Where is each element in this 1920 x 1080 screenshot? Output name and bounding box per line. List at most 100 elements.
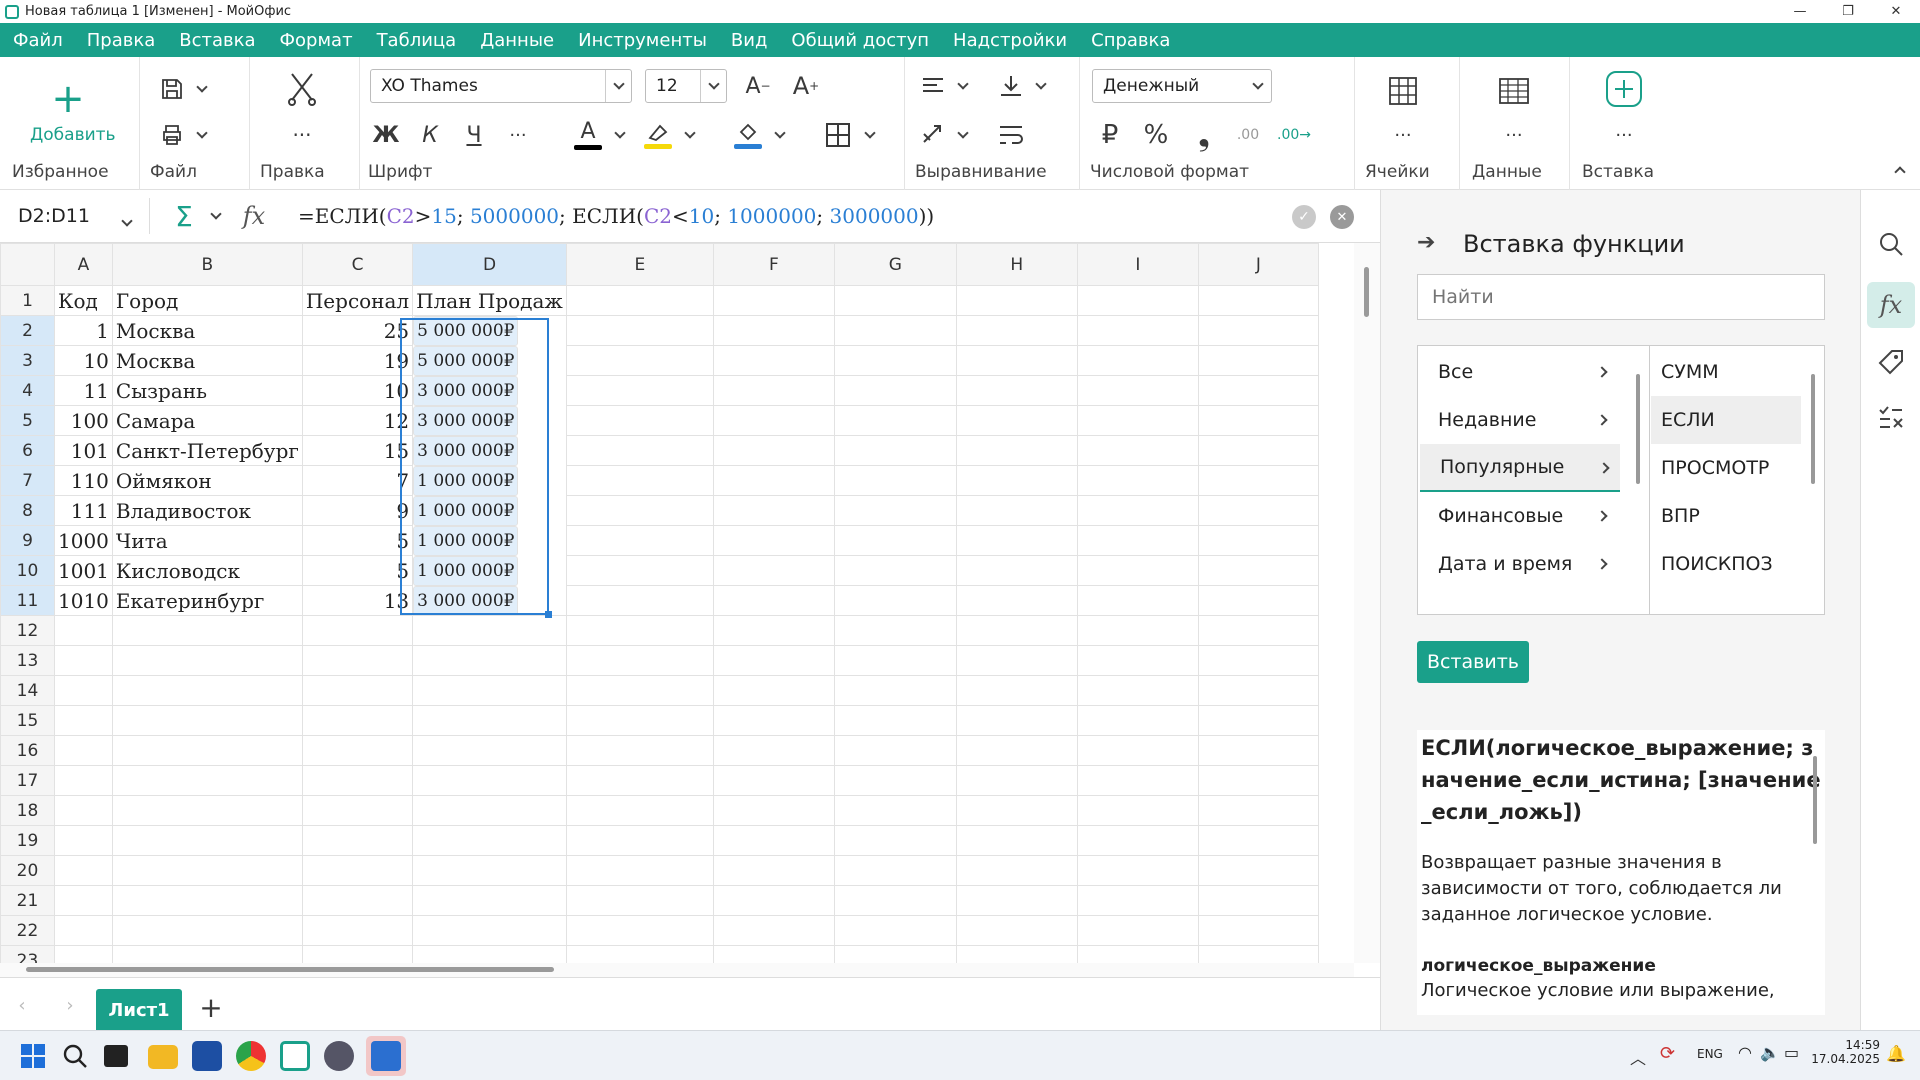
- grid-cell[interactable]: [412, 765, 567, 796]
- menu-tools[interactable]: Инструменты: [578, 30, 707, 51]
- sum-icon[interactable]: Σ: [166, 198, 202, 234]
- grid-cell[interactable]: 101: [54, 435, 113, 466]
- grid-cell[interactable]: 100: [54, 405, 113, 436]
- grid-cell[interactable]: [412, 645, 567, 676]
- row-header[interactable]: 14: [0, 675, 55, 706]
- more-data-icon[interactable]: ···: [1494, 117, 1534, 153]
- row-header[interactable]: 19: [0, 825, 55, 856]
- grid-cell[interactable]: [1197, 885, 1319, 916]
- grid-cell[interactable]: [565, 615, 714, 646]
- grid-cell[interactable]: [1197, 495, 1319, 526]
- grid-cell[interactable]: [412, 915, 567, 946]
- grid-cell[interactable]: [1197, 675, 1319, 706]
- sync-icon[interactable]: ⟳: [1660, 1043, 1675, 1064]
- row-header[interactable]: 21: [0, 885, 55, 916]
- windows-start-icon[interactable]: [18, 1041, 48, 1071]
- grid-cell[interactable]: [1197, 945, 1319, 963]
- grid-cell[interactable]: [1076, 555, 1199, 586]
- grid-cell[interactable]: [1076, 285, 1199, 316]
- grid-cell[interactable]: [565, 945, 714, 963]
- next-sheet-icon[interactable]: ›: [58, 988, 82, 1022]
- column-header-e[interactable]: E: [565, 243, 714, 286]
- column-header-d[interactable]: D: [412, 243, 567, 286]
- row-header[interactable]: 5: [0, 405, 55, 436]
- grid-cell[interactable]: 1: [54, 315, 113, 346]
- grid-cell[interactable]: [565, 705, 714, 736]
- vertical-align-icon[interactable]: [993, 69, 1029, 103]
- grid-cell[interactable]: [565, 585, 714, 616]
- grid-cell[interactable]: [1076, 585, 1199, 616]
- horizontal-align-icon[interactable]: [915, 69, 951, 103]
- maximize-button[interactable]: ❐: [1824, 0, 1872, 23]
- grid-cell[interactable]: [1076, 795, 1199, 826]
- grid-cell[interactable]: [565, 795, 714, 826]
- grid-cell[interactable]: [565, 855, 714, 886]
- grid-cell[interactable]: Персонал: [301, 285, 414, 316]
- grid-cell[interactable]: [1197, 435, 1319, 466]
- add-sheet-icon[interactable]: +: [194, 990, 228, 1024]
- grid-cell[interactable]: 1 000 000₽: [413, 465, 519, 496]
- grid-cell[interactable]: [565, 885, 714, 916]
- grid-cell[interactable]: [712, 855, 835, 886]
- column-header-c[interactable]: C: [301, 243, 414, 286]
- function-list[interactable]: СУММ ЕСЛИ ПРОСМОТР ВПР ПОИСКПОЗ: [1651, 346, 1824, 614]
- grid-cell[interactable]: [955, 735, 1078, 766]
- font-color-chevron-icon[interactable]: [610, 117, 630, 153]
- grid-cell[interactable]: [1076, 855, 1199, 886]
- grid-cell[interactable]: [111, 765, 303, 796]
- grid-cell[interactable]: [712, 285, 835, 316]
- grid-cell[interactable]: [412, 615, 567, 646]
- row-header[interactable]: 17: [0, 765, 55, 796]
- grid-cell[interactable]: [955, 915, 1078, 946]
- thousands-separator-icon[interactable]: ❟: [1186, 117, 1222, 153]
- row-header[interactable]: 20: [0, 855, 55, 886]
- grid-cell[interactable]: [54, 765, 113, 796]
- grid-cell[interactable]: [712, 735, 835, 766]
- grid-cell[interactable]: [712, 405, 835, 436]
- highlight-chevron-icon[interactable]: [680, 117, 700, 153]
- row-header[interactable]: 2: [0, 315, 55, 346]
- grid-cell[interactable]: [712, 525, 835, 556]
- grid-cell[interactable]: [955, 525, 1078, 556]
- grid-cell[interactable]: [1197, 645, 1319, 676]
- more-insert-icon[interactable]: ···: [1604, 117, 1644, 153]
- grid-cell[interactable]: [833, 345, 957, 376]
- grid-cell[interactable]: [54, 735, 113, 766]
- grid-cell[interactable]: [833, 405, 957, 436]
- grid-cell[interactable]: [301, 945, 414, 963]
- row-header[interactable]: 15: [0, 705, 55, 736]
- grid-cell[interactable]: [833, 705, 957, 736]
- grid-cell[interactable]: [833, 765, 957, 796]
- category-item[interactable]: Популярные: [1420, 444, 1620, 492]
- grid-cell[interactable]: [1197, 585, 1319, 616]
- grid-cell[interactable]: [111, 945, 303, 963]
- grid-cell[interactable]: Москва: [111, 345, 303, 376]
- grid-cell[interactable]: [301, 825, 414, 856]
- sheet-tab-active[interactable]: Лист1: [96, 989, 182, 1031]
- row-header[interactable]: 3: [0, 345, 55, 376]
- menu-format[interactable]: Формат: [280, 30, 353, 51]
- grid-cell[interactable]: [1197, 915, 1319, 946]
- grid-cell[interactable]: [301, 645, 414, 676]
- grid-cell[interactable]: [54, 945, 113, 963]
- grid-cell[interactable]: [54, 855, 113, 886]
- save-dropdown-chevron-icon[interactable]: [192, 71, 212, 107]
- grid-cell[interactable]: 3 000 000₽: [413, 585, 519, 616]
- grid-cell[interactable]: [1076, 705, 1199, 736]
- grid-cell[interactable]: Екатеринбург: [111, 585, 303, 616]
- column-header-a[interactable]: A: [54, 243, 113, 286]
- grid-cell[interactable]: [54, 615, 113, 646]
- grid-cell[interactable]: [1197, 525, 1319, 556]
- grid-cell[interactable]: [1076, 405, 1199, 436]
- grid-cell[interactable]: [565, 495, 714, 526]
- grid-cell[interactable]: [111, 735, 303, 766]
- grid-cell[interactable]: [833, 615, 957, 646]
- grid-cell[interactable]: [111, 645, 303, 676]
- arrow-right-icon[interactable]: ➔: [1417, 230, 1435, 255]
- grid-cell[interactable]: [54, 825, 113, 856]
- highlight-icon[interactable]: [640, 115, 676, 155]
- grid-cell[interactable]: [1076, 885, 1199, 916]
- grid-cell[interactable]: [111, 675, 303, 706]
- grid-cell[interactable]: [301, 705, 414, 736]
- grid-cell[interactable]: [1076, 675, 1199, 706]
